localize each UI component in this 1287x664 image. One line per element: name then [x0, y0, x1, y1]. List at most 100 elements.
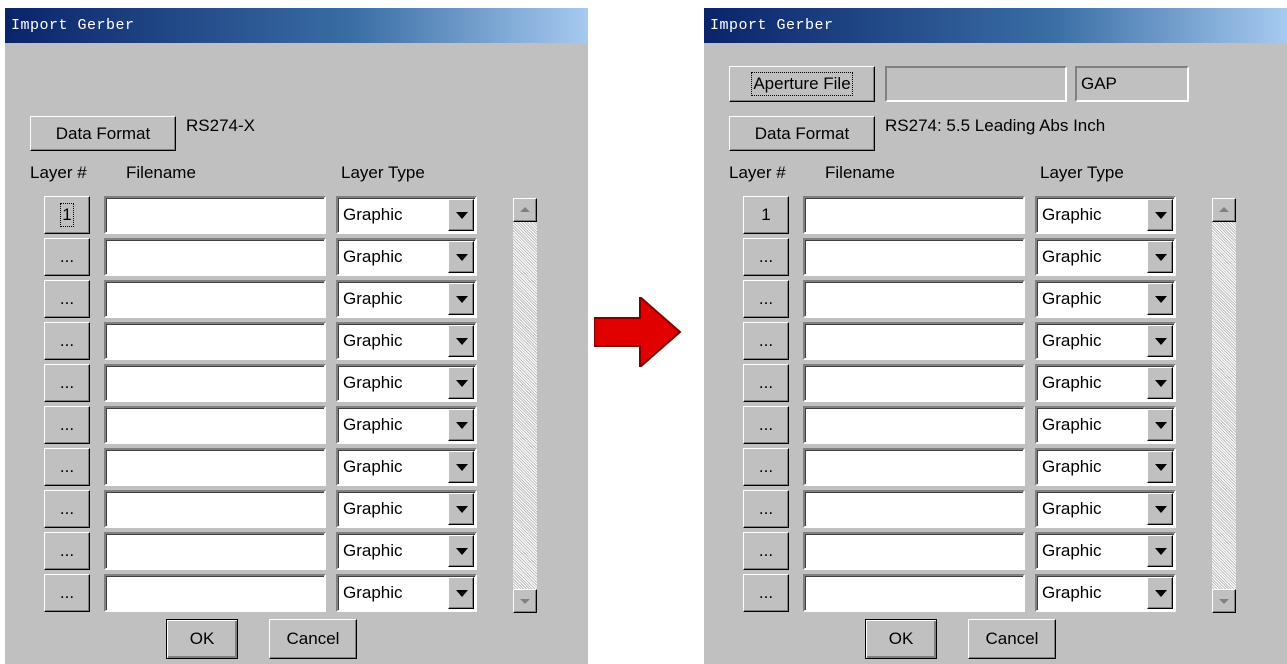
scroll-up-icon[interactable] [1212, 198, 1236, 222]
layer-type-select[interactable]: Graphic [1035, 280, 1176, 318]
dropdown-arrow-icon[interactable] [1147, 577, 1173, 609]
layer-type-select[interactable]: Graphic [1035, 238, 1176, 276]
dropdown-arrow-icon[interactable] [448, 241, 474, 273]
layer-number-button[interactable]: ... [44, 490, 90, 528]
dropdown-arrow-icon[interactable] [448, 451, 474, 483]
filename-input[interactable] [803, 196, 1025, 234]
layer-type-select[interactable]: Graphic [1035, 322, 1176, 360]
ok-button[interactable]: OK [166, 619, 238, 659]
cancel-button[interactable]: Cancel [269, 619, 357, 659]
layer-number-button[interactable]: ... [44, 448, 90, 486]
dropdown-arrow-icon[interactable] [1147, 241, 1173, 273]
dropdown-arrow-icon[interactable] [1147, 325, 1173, 357]
filename-input[interactable] [104, 532, 326, 570]
layer-type-select[interactable]: Graphic [336, 196, 477, 234]
vertical-scrollbar[interactable] [513, 198, 537, 613]
layer-number-button[interactable]: ... [44, 280, 90, 318]
layer-type-select[interactable]: Graphic [336, 280, 477, 318]
import-gerber-dialog-after: Import Gerber Aperture File GAP Data For… [703, 7, 1287, 664]
layer-number-button[interactable]: ... [743, 322, 789, 360]
aperture-file-button[interactable]: Aperture File [729, 66, 875, 102]
layer-type-select[interactable]: Graphic [1035, 364, 1176, 402]
layer-number-button[interactable]: ... [44, 364, 90, 402]
layer-type-select[interactable]: Graphic [336, 364, 477, 402]
layer-type-select[interactable]: Graphic [336, 406, 477, 444]
layer-type-select[interactable]: Graphic [336, 490, 477, 528]
layer-type-select[interactable]: Graphic [336, 448, 477, 486]
filename-input[interactable] [104, 448, 326, 486]
dropdown-arrow-icon[interactable] [1147, 493, 1173, 525]
layer-number-button[interactable]: ... [44, 574, 90, 612]
dropdown-arrow-icon[interactable] [448, 325, 474, 357]
filename-input[interactable] [104, 322, 326, 360]
layer-number-button[interactable]: ... [44, 406, 90, 444]
layer-type-select[interactable]: Graphic [336, 322, 477, 360]
layer-number-button[interactable]: ... [743, 532, 789, 570]
layer-type-select[interactable]: Graphic [1035, 448, 1176, 486]
aperture-file-field[interactable] [885, 66, 1067, 102]
layer-type-select[interactable]: Graphic [1035, 490, 1176, 528]
title-bar: Import Gerber [5, 8, 588, 43]
dropdown-arrow-icon[interactable] [1147, 199, 1173, 231]
data-format-button[interactable]: Data Format [30, 116, 176, 151]
layer-number-button[interactable]: ... [743, 238, 789, 276]
dropdown-arrow-icon[interactable] [448, 493, 474, 525]
filename-input[interactable] [803, 490, 1025, 528]
dropdown-arrow-icon[interactable] [1147, 367, 1173, 399]
dropdown-arrow-icon[interactable] [1147, 409, 1173, 441]
filename-input[interactable] [803, 364, 1025, 402]
filename-input[interactable] [104, 280, 326, 318]
filename-input[interactable] [803, 574, 1025, 612]
layer-number-button[interactable]: ... [44, 322, 90, 360]
dialog-title: Import Gerber [710, 17, 834, 34]
layer-number-button[interactable]: 1 [44, 196, 90, 234]
ok-button[interactable]: OK [865, 619, 937, 659]
layer-type-select[interactable]: Graphic [1035, 196, 1176, 234]
filename-input[interactable] [104, 406, 326, 444]
filename-input[interactable] [803, 532, 1025, 570]
filename-input[interactable] [803, 448, 1025, 486]
dropdown-arrow-icon[interactable] [448, 409, 474, 441]
dropdown-arrow-icon[interactable] [448, 535, 474, 567]
dropdown-arrow-icon[interactable] [448, 283, 474, 315]
layer-number-header: Layer # [30, 163, 87, 182]
layer-number-button[interactable]: ... [743, 490, 789, 528]
dropdown-arrow-icon[interactable] [1147, 535, 1173, 567]
data-format-value: RS274-X [186, 116, 255, 135]
filename-input[interactable] [803, 238, 1025, 276]
layer-type-select[interactable]: Graphic [1035, 574, 1176, 612]
layer-number-button[interactable]: ... [44, 238, 90, 276]
filename-input[interactable] [803, 322, 1025, 360]
layer-type-select[interactable]: Graphic [336, 532, 477, 570]
filename-input[interactable] [104, 574, 326, 612]
filename-input[interactable] [104, 490, 326, 528]
layer-type-select[interactable]: Graphic [336, 574, 477, 612]
dropdown-arrow-icon[interactable] [1147, 283, 1173, 315]
scroll-down-icon[interactable] [1212, 589, 1236, 613]
layer-type-select[interactable]: Graphic [336, 238, 477, 276]
layer-type-select[interactable]: Graphic [1035, 406, 1176, 444]
dropdown-arrow-icon[interactable] [448, 199, 474, 231]
layer-number-button[interactable]: ... [743, 364, 789, 402]
data-format-button[interactable]: Data Format [729, 116, 875, 151]
layer-number-button[interactable]: ... [44, 532, 90, 570]
layer-type-select[interactable]: Graphic [1035, 532, 1176, 570]
layer-number-button[interactable]: ... [743, 574, 789, 612]
scroll-down-icon[interactable] [513, 589, 537, 613]
cancel-button[interactable]: Cancel [968, 619, 1056, 659]
filename-input[interactable] [803, 406, 1025, 444]
filename-input[interactable] [104, 238, 326, 276]
vertical-scrollbar[interactable] [1212, 198, 1236, 613]
layer-number-button[interactable]: ... [743, 448, 789, 486]
layer-number-button[interactable]: ... [743, 406, 789, 444]
filename-input[interactable] [104, 364, 326, 402]
dropdown-arrow-icon[interactable] [1147, 451, 1173, 483]
filename-input[interactable] [803, 280, 1025, 318]
scroll-up-icon[interactable] [513, 198, 537, 222]
dropdown-arrow-icon[interactable] [448, 367, 474, 399]
layer-number-button[interactable]: 1 [743, 196, 789, 234]
filename-input[interactable] [104, 196, 326, 234]
aperture-extension-field[interactable]: GAP [1075, 66, 1189, 102]
dropdown-arrow-icon[interactable] [448, 577, 474, 609]
layer-number-button[interactable]: ... [743, 280, 789, 318]
